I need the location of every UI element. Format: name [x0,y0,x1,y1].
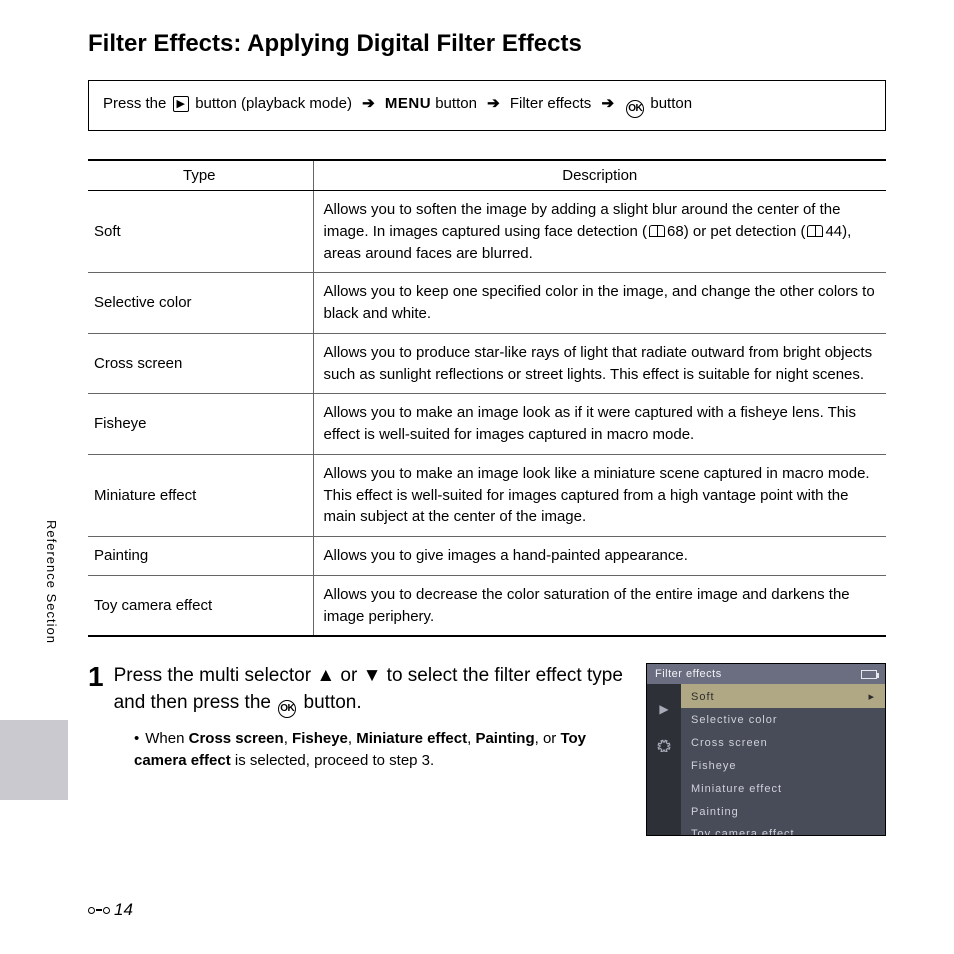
bold-term: Fisheye [292,730,348,747]
step-head-part: Press the multi selector [114,665,317,686]
filter-effects-table: Type Description Soft Allows you to soft… [88,159,886,637]
step-head-part: button. [298,692,361,713]
desc-cell: Allows you to soften the image by adding… [313,191,886,273]
bold-term: Cross screen [189,730,284,747]
nav-filter-effects: Filter effects [510,95,591,112]
side-tab [0,720,68,800]
table-row: Toy camera effect Allows you to decrease… [88,575,886,636]
lcd-item: Toy camera effect [681,823,885,835]
arrow-icon: ➔ [362,95,375,112]
type-cell: Selective color [88,273,313,334]
manual-ref-icon [649,225,665,237]
ref-number: 68 [667,223,684,240]
desc-cell: Allows you to produce star-like rays of … [313,333,886,394]
lcd-item: Selective color [681,708,885,731]
step-number: 1 [88,663,104,691]
camera-lcd-preview: Filter effects ▶ Soft ▸ Selective color … [646,663,886,836]
desc-cell: Allows you to give images a hand-painted… [313,537,886,576]
down-triangle-icon: ▼ [363,665,382,686]
lcd-item: Cross screen [681,731,885,754]
nav-playback-mode: button (playback mode) [195,95,352,112]
side-section-label: Reference Section [44,520,59,644]
sub-join: , [284,730,292,747]
desc-text: ) or pet detection ( [684,223,806,240]
step-text: 1 Press the multi selector ▲ or ▼ to sel… [88,663,628,773]
ok-icon: OK [626,100,644,118]
arrow-icon: ➔ [601,95,614,112]
battery-icon [861,670,877,679]
manual-ref-icon [807,225,823,237]
type-cell: Soft [88,191,313,273]
table-header-type: Type [88,160,313,191]
menu-button-label: MENU [385,95,431,112]
table-row: Cross screen Allows you to produce star-… [88,333,886,394]
bold-term: Painting [475,730,534,747]
type-cell: Painting [88,537,313,576]
nav-press-the: Press the [103,95,166,112]
lcd-item: Miniature effect [681,777,885,800]
table-header-description: Description [313,160,886,191]
type-cell: Miniature effect [88,454,313,536]
bullet-icon: • [134,730,139,747]
desc-cell: Allows you to make an image look as if i… [313,394,886,455]
page-number: 14 [88,900,133,920]
up-triangle-icon: ▲ [316,665,335,686]
nav-button-word-1: button [435,95,477,112]
ok-icon: OK [278,700,296,718]
table-row: Soft Allows you to soften the image by a… [88,191,886,273]
sub-join: , [348,730,356,747]
table-row: Miniature effect Allows you to make an i… [88,454,886,536]
lcd-item-label: Soft [691,691,715,703]
lcd-item: Painting [681,800,885,823]
type-cell: Fisheye [88,394,313,455]
sub-text: is selected, proceed to step 3. [231,752,434,769]
setup-tab-icon [655,738,673,752]
page-title: Filter Effects: Applying Digital Filter … [88,30,886,58]
table-row: Fisheye Allows you to make an image look… [88,394,886,455]
nav-button-word-2: button [650,95,692,112]
playback-tab-icon: ▶ [655,702,673,716]
arrow-icon: ➔ [487,95,500,112]
ref-number: 44 [825,223,842,240]
lcd-sidebar: ▶ [647,684,681,835]
reference-section-icon [88,907,110,914]
table-row: Painting Allows you to give images a han… [88,537,886,576]
page-number-value: 14 [114,900,133,920]
step-1: 1 Press the multi selector ▲ or ▼ to sel… [88,663,886,836]
chevron-right-icon: ▸ [868,690,875,703]
type-cell: Cross screen [88,333,313,394]
sub-join: , or [535,730,561,747]
sub-text: When [145,730,188,747]
navigation-path-box: Press the ▶ button (playback mode) ➔ MEN… [88,80,886,131]
lcd-menu-list: Soft ▸ Selective color Cross screen Fish… [681,684,885,835]
lcd-item-selected: Soft ▸ [681,684,885,708]
lcd-title: Filter effects [655,668,722,680]
step-head-part: or [335,665,362,686]
desc-cell: Allows you to decrease the color saturat… [313,575,886,636]
bold-term: Miniature effect [356,730,467,747]
type-cell: Toy camera effect [88,575,313,636]
desc-cell: Allows you to keep one specified color i… [313,273,886,334]
playback-icon: ▶ [173,96,189,112]
step-heading: Press the multi selector ▲ or ▼ to selec… [114,665,623,713]
lcd-header: Filter effects [647,664,885,684]
lcd-item: Fisheye [681,754,885,777]
step-subtext: • When Cross screen, Fisheye, Miniature e… [134,728,628,773]
table-row: Selective color Allows you to keep one s… [88,273,886,334]
desc-cell: Allows you to make an image look like a … [313,454,886,536]
